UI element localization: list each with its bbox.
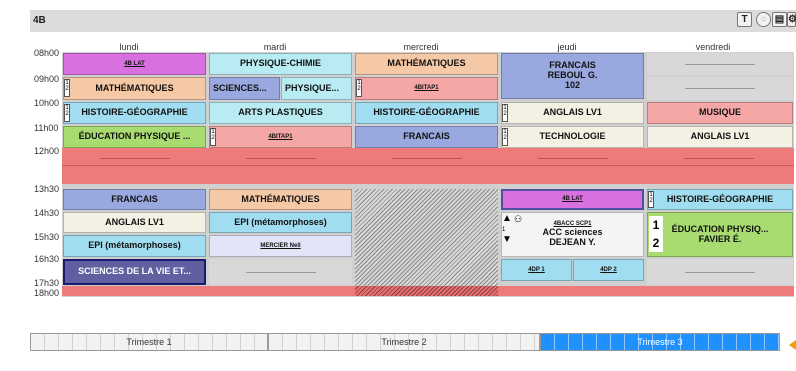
course-4b-lat[interactable]: 4B LAT <box>63 53 206 75</box>
hatched-unavailable-slot <box>355 189 498 286</box>
divider <box>684 158 754 159</box>
day-header-mardi: mardi <box>263 42 287 52</box>
course-mathematiques[interactable]: MATHÉMATIQUES <box>355 53 498 75</box>
course-sciences-vie-terre[interactable]: SCIENCES DE LA VIE ET... <box>63 259 206 285</box>
day-header-vendredi: vendredi <box>695 42 731 52</box>
week-number-badge: 12 <box>64 104 70 122</box>
day-header-mercredi: mercredi <box>403 42 439 52</box>
settings-circle-icon[interactable]: ○ <box>756 12 771 27</box>
time-label: 14h30 <box>34 208 60 218</box>
empty-slot <box>647 53 793 75</box>
divider <box>392 158 462 159</box>
course-mathematiques[interactable]: MATHÉMATIQUES <box>63 77 206 100</box>
time-label: 10h00 <box>34 98 60 108</box>
time-label: 16h30 <box>34 254 60 264</box>
divider <box>246 158 316 159</box>
week-number-badge: 12 <box>356 79 362 97</box>
course-histoire-geographie[interactable]: HISTOIRE-GÉOGRAPHIE <box>63 102 206 124</box>
class-label: 4B <box>33 15 46 26</box>
time-label: 17h30 <box>34 278 60 288</box>
course-sciences-split[interactable]: SCIENCES... <box>209 77 280 100</box>
navigation-arrows-icon[interactable]: ▲ 1 ▼ <box>502 214 512 245</box>
trimester-1-tab[interactable]: Trimestre 1 <box>30 333 268 351</box>
course-teacher-mercier[interactable]: MERCIER Nell <box>209 235 352 257</box>
week-number-badge: 12 <box>648 191 654 208</box>
timetable-icon[interactable]: T <box>737 12 752 27</box>
course-physique-split[interactable]: PHYSIQUE... <box>281 77 352 100</box>
course-mathematiques[interactable]: MATHÉMATIQUES <box>209 189 352 210</box>
gear-icon[interactable]: ⚙ <box>787 12 796 27</box>
course-4dp1[interactable]: 4DP 1 <box>501 259 572 281</box>
empty-slot <box>647 259 793 285</box>
course-education-physique[interactable]: ÉDUCATION PHYSIQUE ... <box>63 126 206 148</box>
time-label: 09h00 <box>34 74 60 84</box>
day-header-lundi: lundi <box>119 42 139 52</box>
hatched-unavailable-slot <box>355 286 498 296</box>
week-number-badge: 12 <box>210 128 216 146</box>
divider <box>538 158 608 159</box>
empty-slot <box>209 259 352 285</box>
course-francais[interactable]: FRANCAIS <box>355 126 498 148</box>
course-4b-lat[interactable]: 4B LAT <box>501 189 644 210</box>
trimester-3-tab[interactable]: Trimestre 3 <box>540 333 780 351</box>
course-4dp2[interactable]: 4DP 2 <box>573 259 644 281</box>
week-number-badge: 12 <box>502 128 508 146</box>
title-bar <box>30 10 796 32</box>
week-number-badge: 12 <box>64 79 70 97</box>
course-francais-reboul[interactable]: FRANCAIS REBOUL G. 102 <box>501 53 644 99</box>
week-number-badge: 12 <box>502 104 508 122</box>
course-physique-chimie[interactable]: PHYSIQUE-CHIMIE <box>209 53 352 75</box>
divider <box>100 158 170 159</box>
scroll-arrow-icon[interactable] <box>789 340 796 350</box>
time-label: 18h00 <box>34 288 60 298</box>
week-number-badge: 12 <box>649 216 663 252</box>
trimester-2-tab[interactable]: Trimestre 2 <box>268 333 540 351</box>
course-anglais-lv1[interactable]: ANGLAIS LV1 <box>63 212 206 233</box>
course-technologie[interactable]: TECHNOLOGIE <box>501 126 644 148</box>
course-acc-sciences[interactable]: 4BACC SCP1 ACC sciences DEJEAN Y. <box>501 212 644 257</box>
day-header-jeudi: jeudi <box>557 42 577 52</box>
course-anglais-lv1[interactable]: ANGLAIS LV1 <box>647 126 793 148</box>
course-epi-metamorphoses[interactable]: EPI (métamorphoses) <box>209 212 352 233</box>
course-histoire-geographie[interactable]: HISTOIRE-GÉOGRAPHIE <box>647 189 793 210</box>
lunch-break <box>62 148 794 184</box>
course-anglais-lv1[interactable]: ANGLAIS LV1 <box>501 102 644 124</box>
time-label: 15h30 <box>34 232 60 242</box>
course-epi-metamorphoses[interactable]: EPI (métamorphoses) <box>63 235 206 257</box>
course-histoire-geographie[interactable]: HISTOIRE-GÉOGRAPHIE <box>355 102 498 124</box>
divider <box>62 165 794 166</box>
course-francais[interactable]: FRANCAIS <box>63 189 206 210</box>
pdf-export-icon[interactable]: ▤ <box>772 12 787 27</box>
time-label: 12h00 <box>34 146 60 156</box>
group-icon: ⚇ <box>514 214 523 224</box>
empty-slot <box>647 77 793 100</box>
course-education-physique-favier[interactable]: ÉDUCATION PHYSIQ... FAVIER É. <box>647 212 793 257</box>
course-4bitap1[interactable]: 4BITAP1 <box>209 126 352 148</box>
course-4bitap1[interactable]: 4BITAP1 <box>355 77 498 100</box>
time-label: 11h00 <box>34 123 59 133</box>
course-musique[interactable]: MUSIQUE <box>647 102 793 124</box>
time-label: 13h30 <box>34 184 60 194</box>
course-arts-plastiques[interactable]: ARTS PLASTIQUES <box>209 102 352 124</box>
time-label: 08h00 <box>34 48 60 58</box>
